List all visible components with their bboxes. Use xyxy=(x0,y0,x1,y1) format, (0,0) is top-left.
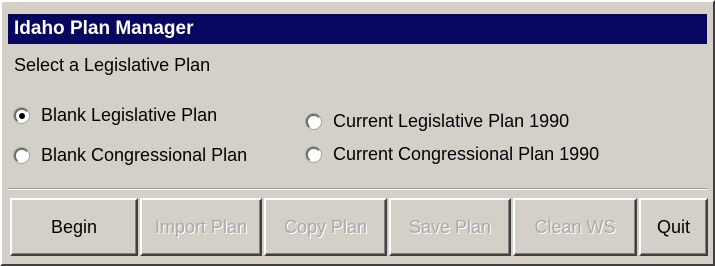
radio-blank-congressional-plan[interactable]: Blank Congressional Plan xyxy=(14,145,247,166)
import-plan-button[interactable]: Import Plan xyxy=(140,198,262,256)
instruction-label: Select a Legislative Plan xyxy=(14,55,211,75)
radio-selected-icon xyxy=(14,108,29,123)
radio-label: Current Legislative Plan 1990 xyxy=(333,111,570,131)
radio-unselected-icon xyxy=(14,148,29,163)
radio-unselected-icon xyxy=(306,147,321,162)
radio-current-congressional-plan-1990[interactable]: Current Congressional Plan 1990 xyxy=(306,144,599,165)
copy-plan-button[interactable]: Copy Plan xyxy=(264,198,387,256)
radio-current-legislative-plan-1990[interactable]: Current Legislative Plan 1990 xyxy=(306,111,569,132)
radio-label: Blank Legislative Plan xyxy=(41,105,218,125)
radio-label: Blank Congressional Plan xyxy=(41,145,248,165)
radio-label: Current Congressional Plan 1990 xyxy=(333,144,600,164)
separator-line xyxy=(8,188,707,190)
radio-blank-legislative-plan[interactable]: Blank Legislative Plan xyxy=(14,105,217,126)
clean-ws-button[interactable]: Clean WS xyxy=(513,198,637,256)
plan-manager-window: Idaho Plan Manager Select a Legislative … xyxy=(0,0,715,266)
quit-button[interactable]: Quit xyxy=(639,198,708,256)
begin-button[interactable]: Begin xyxy=(10,198,138,256)
radio-unselected-icon xyxy=(306,114,321,129)
save-plan-button[interactable]: Save Plan xyxy=(389,198,511,256)
title-bar: Idaho Plan Manager xyxy=(8,14,707,44)
